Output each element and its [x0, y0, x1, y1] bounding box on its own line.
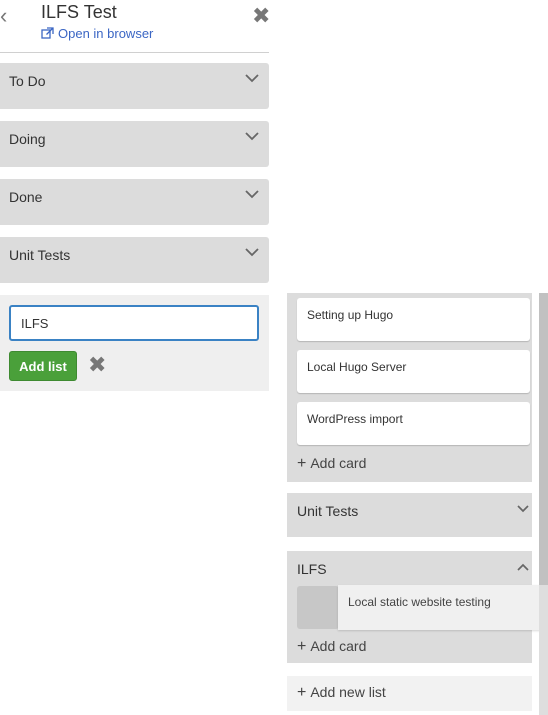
plus-icon: +	[297, 455, 307, 472]
list-name: To Do	[9, 73, 46, 89]
card[interactable]: Local Hugo Server	[297, 350, 530, 393]
card[interactable]: Setting up Hugo	[297, 298, 530, 341]
chevron-down-icon[interactable]	[244, 71, 260, 85]
add-list-form: Add list	[0, 295, 269, 391]
list-name-input[interactable]	[9, 305, 259, 341]
list-name: ILFS	[297, 561, 327, 577]
card-label: WordPress import	[307, 412, 403, 426]
list-row-to-do[interactable]: To Do	[0, 63, 269, 109]
left-panel: ‹ ILFS Test Open in browser ✖ To Do Doin…	[0, 0, 270, 715]
scrollbar-thumb[interactable]	[539, 293, 548, 585]
list-panel-expanded: Setting up Hugo Local Hugo Server WordPr…	[287, 293, 532, 482]
chevron-down-icon[interactable]	[516, 503, 530, 515]
close-icon[interactable]: ✖	[252, 5, 272, 27]
add-new-list-label: Add new list	[310, 684, 386, 700]
open-in-browser-label: Open in browser	[58, 26, 154, 41]
chevron-down-icon[interactable]	[244, 187, 260, 201]
card[interactable]: WordPress import	[297, 402, 530, 445]
add-card-button[interactable]: + Add card	[297, 638, 366, 656]
chevron-down-icon[interactable]	[244, 129, 260, 143]
card-label: Local Hugo Server	[307, 360, 407, 374]
add-card-button[interactable]: + Add card	[297, 455, 366, 473]
card-label: Local static website testing	[348, 595, 491, 609]
header-divider	[0, 52, 269, 53]
back-chevron-icon[interactable]: ‹	[0, 5, 14, 27]
cancel-add-list-icon[interactable]: ✖	[88, 354, 108, 376]
add-new-list-button[interactable]: + Add new list	[287, 676, 532, 711]
list-row-unit-tests-right[interactable]: Unit Tests	[287, 493, 532, 537]
list-row-unit-tests[interactable]: Unit Tests	[0, 237, 269, 283]
card-label: Setting up Hugo	[307, 308, 394, 322]
plus-icon: +	[297, 638, 307, 655]
open-in-browser-link[interactable]: Open in browser	[41, 26, 153, 41]
add-list-button[interactable]: Add list	[9, 351, 77, 381]
add-card-label: Add card	[310, 455, 367, 471]
chevron-up-icon[interactable]	[516, 561, 530, 573]
list-name: Unit Tests	[297, 503, 359, 519]
plus-icon: +	[297, 684, 307, 701]
drag-placeholder	[297, 586, 339, 629]
list-name: Doing	[9, 131, 46, 147]
right-panel: Setting up Hugo Local Hugo Server WordPr…	[287, 293, 548, 715]
list-name: Done	[9, 189, 43, 205]
list-row-done[interactable]: Done	[0, 179, 269, 225]
external-link-icon	[41, 27, 54, 39]
board-title: ILFS Test	[41, 2, 117, 22]
chevron-down-icon[interactable]	[244, 245, 260, 259]
list-name: Unit Tests	[9, 247, 71, 263]
dragging-card[interactable]: Local static website testing	[338, 585, 548, 630]
list-row-doing[interactable]: Doing	[0, 121, 269, 167]
add-card-label: Add card	[310, 638, 367, 654]
